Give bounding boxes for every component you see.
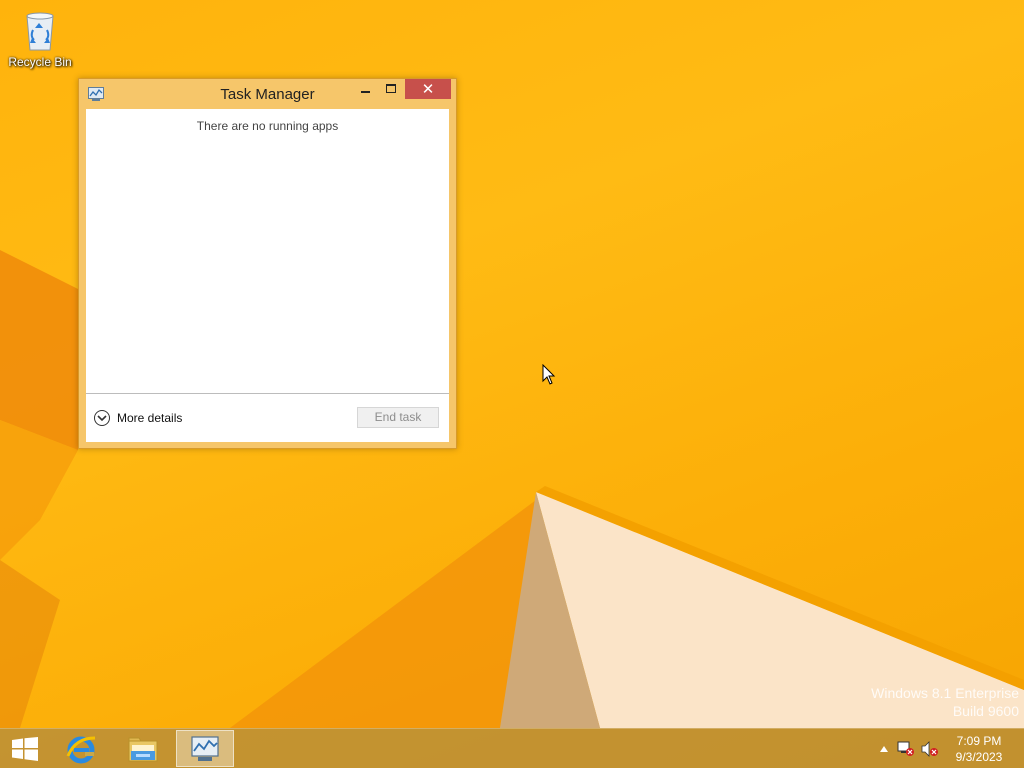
task-manager-icon	[191, 735, 219, 761]
close-button[interactable]: ✕	[405, 79, 451, 99]
more-details-label: More details	[117, 411, 183, 425]
end-task-button[interactable]: End task	[357, 407, 439, 428]
show-hidden-icons-button[interactable]	[876, 729, 892, 768]
minimize-button[interactable]	[352, 79, 378, 99]
windows-build-watermark: Windows 8.1 Enterprise Build 9600	[871, 684, 1019, 720]
taskbar-file-explorer[interactable]	[114, 730, 172, 767]
taskbar-internet-explorer[interactable]	[52, 730, 110, 767]
network-status-button[interactable]	[896, 729, 916, 768]
start-button[interactable]	[0, 730, 50, 767]
recycle-bin-label: Recycle Bin	[8, 55, 72, 69]
empty-state-message: There are no running apps	[196, 119, 339, 133]
more-details-toggle[interactable]: More details	[94, 408, 182, 428]
chevron-down-icon	[94, 410, 110, 426]
task-manager-window: Task Manager ✕ There are no running apps…	[78, 78, 457, 449]
windows-start-icon	[12, 736, 38, 761]
desktop: Recycle Bin Task Manager ✕ There are no …	[0, 0, 1024, 768]
taskbar-task-manager[interactable]	[176, 730, 234, 767]
clock-time: 7:09 PM	[956, 734, 1002, 748]
volume-button[interactable]	[920, 729, 940, 768]
network-disconnected-icon	[897, 741, 914, 756]
maximize-button[interactable]	[378, 79, 404, 99]
system-clock[interactable]: 7:09 PM 9/3/2023	[942, 733, 1016, 765]
title-bar[interactable]: Task Manager ✕	[79, 79, 456, 109]
recycle-bin-shortcut[interactable]: Recycle Bin	[4, 4, 76, 74]
watermark-build: Build 9600	[952, 703, 1019, 719]
file-explorer-icon	[128, 737, 158, 761]
mouse-pointer-icon	[542, 364, 556, 385]
internet-explorer-icon	[66, 736, 96, 763]
clock-date: 9/3/2023	[955, 750, 1003, 764]
recycle-bin-icon	[26, 12, 54, 51]
taskbar: 7:09 PM 9/3/2023	[0, 728, 1024, 768]
volume-muted-icon	[921, 741, 938, 757]
show-hidden-icons-arrow-icon	[880, 746, 888, 752]
app-list-panel: There are no running apps More details E…	[86, 109, 449, 442]
close-icon: ✕	[421, 80, 435, 98]
window-footer: More details End task	[86, 393, 449, 442]
watermark-edition: Windows 8.1 Enterprise	[871, 685, 1019, 701]
